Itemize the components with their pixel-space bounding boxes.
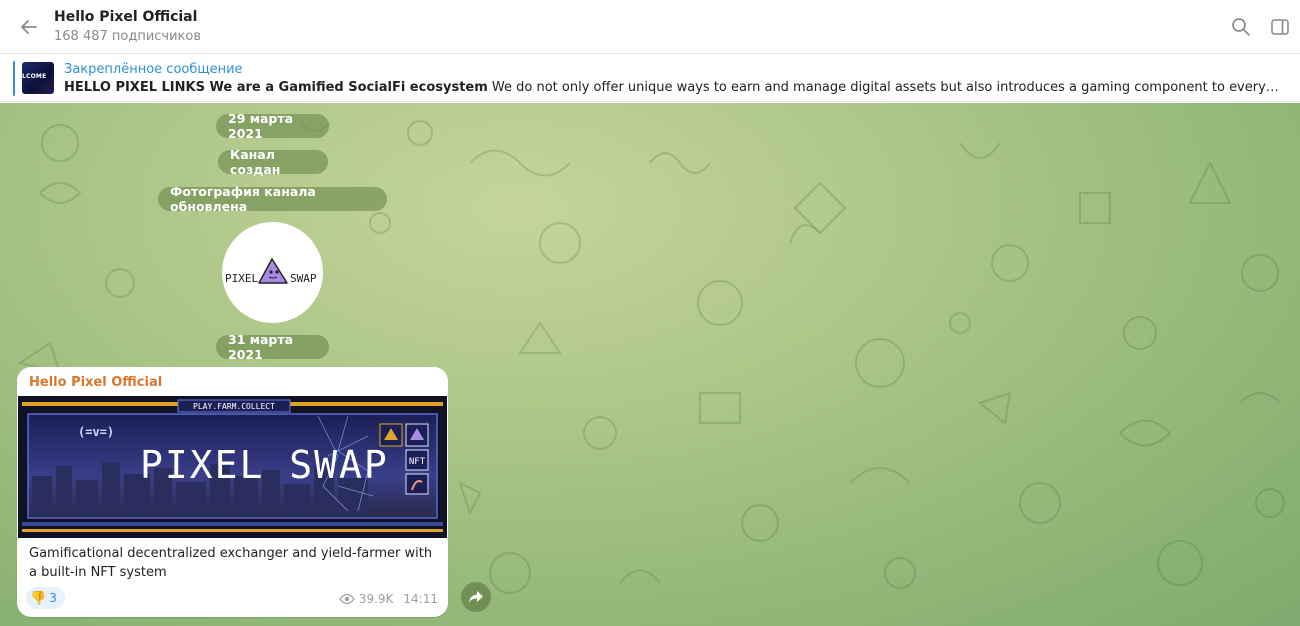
channel-photo[interactable]: PIXEL SWAP: [222, 222, 323, 323]
pixelswap-logo: PIXEL SWAP: [225, 257, 317, 285]
svg-text:NFT: NFT: [409, 457, 426, 467]
pinned-text: HELLO PIXEL LINKS We are a Gamified Soci…: [64, 80, 1280, 95]
search-icon: [1232, 18, 1250, 36]
view-count: 39.9K: [358, 592, 394, 606]
service-message-photo-updated: Фотография канала обновлена: [158, 184, 387, 214]
chat-header: Hello Pixel Official 168 487 подписчиков: [0, 0, 1300, 54]
share-button[interactable]: [461, 582, 491, 612]
channel-title[interactable]: Hello Pixel Official: [54, 9, 197, 25]
pixelswap-banner: PLAY.FARM.COLLECT (=v=) PIXEL SWAP NFT: [18, 396, 447, 538]
svg-text:SWAP: SWAP: [290, 272, 317, 285]
thumbs-down-icon: 👎: [30, 590, 47, 606]
pinned-indicator: [13, 61, 15, 96]
svg-text:(=v=): (=v=): [78, 425, 114, 439]
eye-icon: [338, 593, 355, 605]
post-meta: 39.9K 14:11: [338, 592, 438, 606]
pinned-message-bar[interactable]: LCOME Закреплённое сообщение HELLO PIXEL…: [0, 55, 1300, 102]
pinned-thumbnail: LCOME: [22, 62, 54, 94]
svg-text:PIXEL: PIXEL: [225, 272, 258, 285]
post-author[interactable]: Hello Pixel Official: [29, 375, 162, 390]
pinned-label: Закреплённое сообщение: [64, 62, 243, 77]
post-text: Gamificational decentralized exchanger a…: [29, 546, 433, 580]
post-image[interactable]: PLAY.FARM.COLLECT (=v=) PIXEL SWAP NFT: [18, 396, 447, 538]
date-separator: 31 марта 2021: [216, 332, 329, 362]
arrow-left-icon: [21, 20, 37, 34]
date-separator: 29 марта 2021: [216, 111, 329, 141]
sidebar-toggle-icon: [1271, 19, 1289, 35]
subscriber-count: 168 487 подписчиков: [54, 29, 202, 44]
svg-text:PIXEL SWAP: PIXEL SWAP: [140, 443, 389, 487]
reaction-dislike[interactable]: 👎 3: [26, 587, 65, 609]
search-button[interactable]: [1228, 14, 1254, 40]
share-arrow-icon: [469, 591, 483, 603]
reaction-count: 3: [49, 591, 57, 605]
back-button[interactable]: [16, 14, 42, 40]
post-time: 14:11: [403, 592, 438, 606]
chat-area: 29 марта 2021 Канал создан Фотография ка…: [0, 103, 1300, 626]
service-message-channel-created: Канал создан: [218, 147, 328, 177]
sidebar-toggle-button[interactable]: [1267, 14, 1293, 40]
svg-text:PLAY.FARM.COLLECT: PLAY.FARM.COLLECT: [193, 402, 275, 411]
channel-post[interactable]: Hello Pixel Official PLAY.FARM.COLLECT (…: [17, 367, 448, 617]
